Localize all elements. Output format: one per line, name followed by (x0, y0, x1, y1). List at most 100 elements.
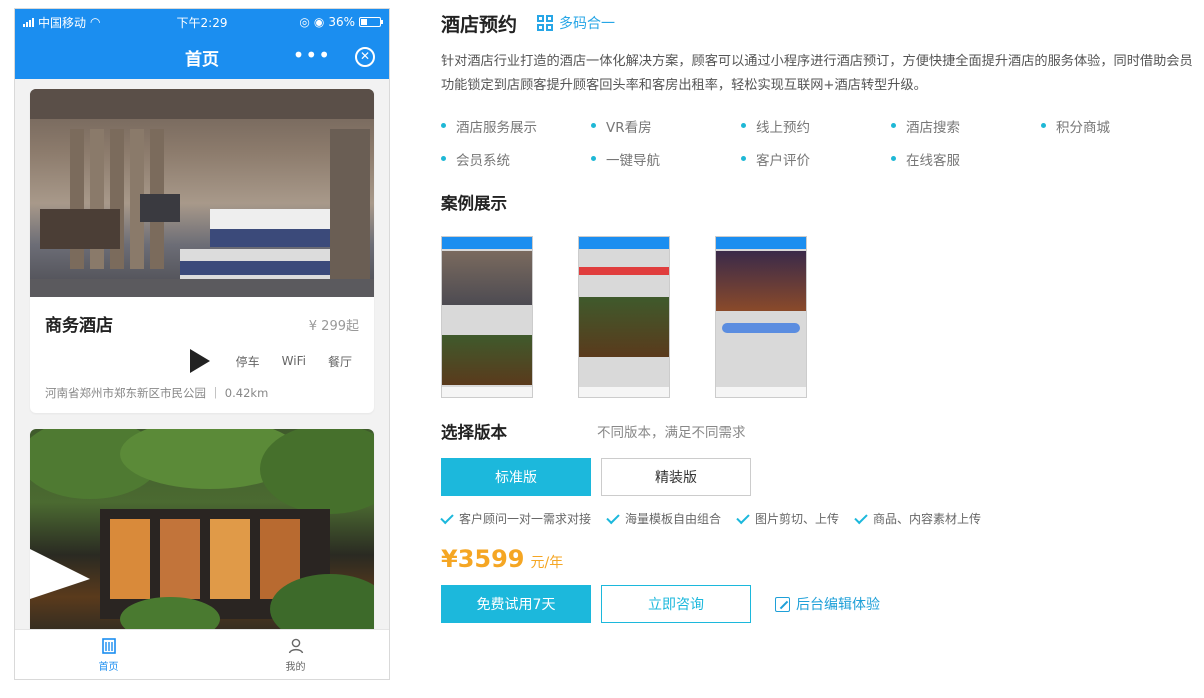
service-item: 图片剪切、上传 (736, 510, 840, 527)
product-description: 针对酒店行业打造的酒店一体化解决方案，顾客可以通过小程序进行酒店预订，方便快捷全… (441, 54, 1193, 93)
battery-icon (359, 17, 383, 27)
feature-item: 一键导航 (591, 149, 741, 169)
feature-item: 酒店服务展示 (441, 116, 591, 136)
feature-item: 在线客服 (891, 149, 1041, 169)
version-selector: 标准版 精装版 (441, 458, 1201, 496)
action-row: 免费试用7天 立即咨询 后台编辑体验 (441, 585, 1201, 623)
feature-label: 酒店服务展示 (456, 119, 537, 136)
feature-label: 一键导航 (606, 152, 660, 169)
bullet-icon (441, 156, 446, 161)
signal-icon (23, 17, 34, 27)
multi-code-badge[interactable]: 多码合一 (537, 13, 615, 33)
bullet-icon (1041, 123, 1046, 128)
tab-home-label: 首页 (98, 661, 119, 673)
hotel-price: ¥ 299起 (308, 319, 359, 334)
garden-illustration (30, 429, 374, 629)
building-icon (101, 637, 116, 654)
hotel-card[interactable] (30, 429, 374, 629)
feature-label: 会员系统 (456, 152, 510, 169)
feature-item: 线上预约 (741, 116, 891, 136)
hotel-tags: 停车 WiFi 餐厅 (189, 349, 352, 373)
case-screenshot[interactable] (441, 236, 533, 398)
play-icon[interactable] (189, 349, 210, 373)
feature-label: 客户评价 (756, 152, 810, 169)
service-label: 客户顾问一对一需求对接 (459, 512, 592, 526)
version-hint: 不同版本，满足不同需求 (597, 425, 746, 441)
feature-item: VR看房 (591, 116, 741, 136)
edit-icon (775, 596, 790, 612)
feature-item: 客户评价 (741, 149, 891, 169)
carrier-label: 中国移动 (38, 15, 87, 30)
badge-label: 多码合一 (559, 16, 616, 32)
service-item: 客户顾问一对一需求对接 (440, 510, 592, 527)
service-label: 海量模板自由组合 (625, 512, 722, 526)
more-icon[interactable]: ••• (293, 45, 331, 65)
version-premium-button[interactable]: 精装版 (601, 458, 751, 496)
check-icon (736, 510, 750, 524)
hotel-feed[interactable]: 商务酒店 ¥ 299起 停车 WiFi 餐厅 河南省郑州市郑东新区市民公园 ｜ … (15, 79, 389, 629)
feature-item: 会员系统 (441, 149, 591, 169)
battery-percent: 36% (328, 15, 355, 29)
free-trial-button[interactable]: 免费试用7天 (441, 585, 591, 623)
tag-wifi: WiFi (281, 354, 306, 368)
hotel-garden-image (30, 429, 374, 629)
case-screenshot[interactable] (715, 236, 807, 398)
service-label: 商品、内容素材上传 (873, 512, 982, 526)
check-icon (854, 510, 868, 524)
check-icon (440, 510, 454, 524)
feature-label: VR看房 (606, 119, 652, 136)
service-label: 图片剪切、上传 (755, 512, 840, 526)
feature-item: 积分商城 (1041, 116, 1191, 136)
status-bar: 中国移动 ◠ 下午2:29 ◎ ◉ 36% (15, 9, 389, 35)
edit-link-label: 后台编辑体验 (796, 597, 880, 613)
feature-label: 线上预约 (756, 119, 810, 136)
price-unit: 元/年 (530, 555, 564, 571)
price-value: ¥3599 (441, 545, 525, 573)
service-item: 海量模板自由组合 (606, 510, 722, 527)
room-illustration (30, 89, 374, 297)
case-screenshot[interactable] (578, 236, 670, 398)
cases-title: 案例展示 (441, 194, 507, 213)
hotel-address: 河南省郑州市郑东新区市民公园 ｜ 0.42km (45, 386, 269, 400)
consult-button[interactable]: 立即咨询 (601, 585, 751, 623)
tab-bar: 首页 我的 (15, 629, 389, 679)
qr-code-icon (537, 15, 554, 31)
user-icon (288, 638, 303, 653)
backend-edit-link[interactable]: 后台编辑体验 (775, 594, 880, 614)
bullet-icon (441, 123, 446, 128)
feature-item: 酒店搜索 (891, 116, 1041, 136)
feature-label: 积分商城 (1056, 119, 1110, 136)
service-item: 商品、内容素材上传 (854, 510, 982, 527)
bullet-icon (591, 123, 596, 128)
hotel-room-image (30, 89, 374, 297)
wifi-icon: ◠ (90, 15, 101, 29)
lock-rotation-icon: ◎ (299, 15, 310, 29)
bullet-icon (741, 156, 746, 161)
tab-profile[interactable]: 我的 (202, 630, 389, 679)
product-title: 酒店预约 (441, 13, 518, 36)
alarm-icon: ◉ (313, 15, 325, 29)
feature-list: 酒店服务展示 VR看房 线上预约 酒店搜索 积分商城 会员系统 一键导航 客户评… (441, 116, 1201, 169)
feature-label: 在线客服 (906, 152, 960, 169)
tag-restaurant: 餐厅 (327, 354, 352, 369)
check-icon (606, 510, 620, 524)
case-gallery (441, 236, 1201, 398)
bullet-icon (891, 156, 896, 161)
nav-title: 首页 (185, 49, 219, 70)
phone-mockup: 中国移动 ◠ 下午2:29 ◎ ◉ 36% 首页 ••• ✕ 商务酒店 ¥ 29… (14, 8, 390, 680)
hotel-card[interactable]: 商务酒店 ¥ 299起 停车 WiFi 餐厅 河南省郑州市郑东新区市民公园 ｜ … (30, 89, 374, 413)
tab-home[interactable]: 首页 (15, 630, 202, 679)
feature-label: 酒店搜索 (906, 119, 960, 136)
product-panel: 酒店预约 多码合一 针对酒店行业打造的酒店一体化解决方案，顾客可以通过小程序进行… (440, 8, 1201, 623)
bullet-icon (891, 123, 896, 128)
bullet-icon (591, 156, 596, 161)
version-title: 选择版本 (441, 423, 507, 442)
included-services: 客户顾问一对一需求对接 海量模板自由组合 图片剪切、上传 商品、内容素材上传 (440, 510, 1201, 527)
tab-profile-label: 我的 (285, 661, 306, 673)
close-icon[interactable]: ✕ (355, 47, 375, 67)
nav-bar: 首页 ••• ✕ (15, 35, 389, 79)
price-row: ¥3599 元/年 (441, 545, 1201, 573)
tag-parking: 停车 (235, 354, 260, 369)
version-standard-button[interactable]: 标准版 (441, 458, 591, 496)
bullet-icon (741, 123, 746, 128)
